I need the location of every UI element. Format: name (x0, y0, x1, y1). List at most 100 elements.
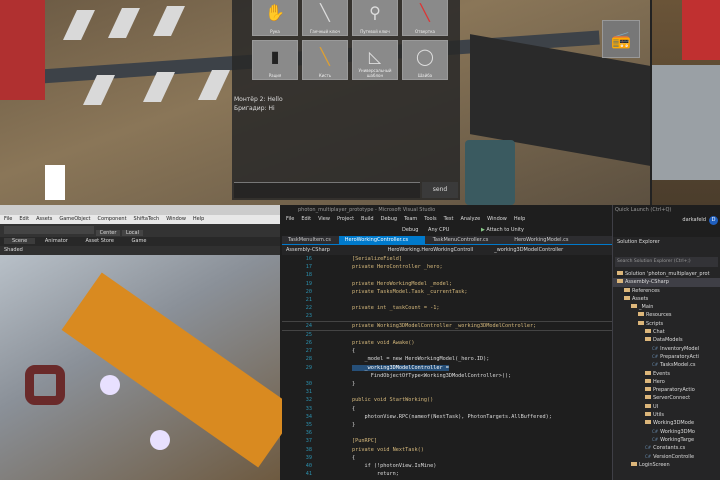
scene-view[interactable] (0, 255, 299, 480)
tree-item[interactable]: _Main (613, 303, 720, 311)
template-icon: ◺ (368, 47, 382, 66)
menu-assets[interactable]: Assets (36, 216, 52, 222)
menu-edit[interactable]: Edit (19, 216, 29, 222)
tree-item[interactable]: References (613, 287, 720, 295)
member-dropdown[interactable]: _working3DModelController (494, 247, 563, 253)
equipped-item-slot[interactable]: 📻 (602, 20, 640, 58)
tree-item[interactable]: Solution 'photon_multiplayer_prot (613, 270, 720, 278)
tab-animator[interactable]: Animator (37, 238, 76, 244)
slot-label: Кисть (318, 73, 332, 78)
line-number: 22 (305, 305, 312, 312)
tree-item[interactable]: UI (613, 403, 720, 411)
tree-item[interactable]: Utils (613, 411, 720, 419)
tree-item[interactable]: C# Working3DMo (613, 428, 720, 436)
tree-item[interactable]: C# Constants.cs (613, 444, 720, 452)
code-text: } (352, 422, 356, 429)
tab-heroworkingmodel[interactable]: HeroWorkingModel.cs (508, 236, 574, 245)
tree-item-label: Solution 'photon_multiplayer_prot (625, 271, 710, 277)
user-name[interactable]: darkafeld (682, 217, 706, 223)
tree-item[interactable]: Working3DMode (613, 419, 720, 427)
line-number: 17 (305, 264, 312, 271)
code-editor[interactable]: 16 [SerializeField] 17 private HeroControll… (282, 255, 612, 480)
tab-taskmenucontroller[interactable]: TaskMenuController.cs (427, 236, 495, 245)
tree-item[interactable]: Chat (613, 328, 720, 336)
tree-item[interactable]: Hero (613, 378, 720, 386)
tree-item[interactable]: Scripts (613, 320, 720, 328)
code-line: 34 photonView.RPC(nameof(NextTask), Phot… (282, 413, 612, 421)
menu-gameobject[interactable]: GameObject (59, 216, 90, 222)
tree-item[interactable]: ServerConnect (613, 394, 720, 402)
inventory-slot[interactable]: ▮ Рация (252, 40, 298, 80)
tree-item[interactable]: C# PreparatoryActi (613, 353, 720, 361)
inventory-slot[interactable]: ✋ Рука (252, 0, 298, 36)
transform-tools[interactable] (4, 226, 94, 234)
menu-build[interactable]: Build (361, 216, 374, 222)
menu-test[interactable]: Test (444, 216, 454, 222)
game-viewport[interactable]: 📻 ✋ Рука ╲ Гаечный ключ ⚲ Путевой ключ ╲ Отв… (0, 0, 650, 205)
menu-tools[interactable]: Tools (424, 216, 436, 222)
space-toggle[interactable]: Local (122, 230, 143, 236)
inventory-slot[interactable]: ╲ Отвертка (402, 0, 448, 36)
menu-file[interactable]: File (4, 216, 12, 222)
tree-item-label: Working3DMode (653, 420, 695, 427)
code-text: [PunRPC] (352, 438, 377, 445)
pivot-toggle[interactable]: Center (95, 230, 121, 236)
inventory-slot[interactable]: ╲ Гаечный ключ (302, 0, 348, 36)
tree-item[interactable]: PreparatoryActio (613, 386, 720, 394)
sleeper (143, 72, 175, 102)
menu-window[interactable]: Window (166, 216, 186, 222)
slot-label: Гаечный ключ (309, 29, 341, 34)
code-text: return; (352, 471, 399, 478)
tab-heroworkingcontroller[interactable]: HeroWorkingController.cs (338, 236, 425, 245)
project-dropdown[interactable]: Assembly-CSharp (286, 245, 386, 255)
tree-item[interactable]: Resources (613, 311, 720, 319)
platform-dropdown[interactable]: Any CPU (428, 227, 449, 233)
avatar[interactable]: D (709, 216, 718, 225)
inventory-slot[interactable]: ◯ Шайба (402, 40, 448, 80)
menu-shiftatech[interactable]: ShiftaTech (134, 216, 160, 222)
play-icon: ▶ (480, 227, 485, 233)
tree-item[interactable]: DataModels (613, 336, 720, 344)
menu-project[interactable]: Project (337, 216, 354, 222)
tree-item[interactable]: C# WorkingTarge (613, 436, 720, 444)
config-dropdown[interactable]: Debug (402, 227, 418, 233)
menu-view[interactable]: View (318, 216, 330, 222)
send-button[interactable]: send (422, 182, 458, 198)
tree-item[interactable]: LoginScreen (613, 461, 720, 469)
menu-help[interactable]: Help (514, 216, 525, 222)
tab-game[interactable]: Game (124, 238, 155, 244)
shading-mode-dropdown[interactable]: Shaded (0, 246, 280, 255)
tree-item[interactable]: C# TasksModel.cs (613, 361, 720, 369)
csharp-file-icon: C# (645, 453, 652, 459)
tree-item[interactable]: Assets (613, 295, 720, 303)
inventory-slot[interactable]: ◺ Универсальный шаблон (352, 40, 398, 80)
tab-asset-store[interactable]: Asset Store (77, 238, 121, 244)
inventory-slot[interactable]: ╲ Кисть (302, 40, 348, 80)
secondary-game-view[interactable] (650, 0, 720, 205)
menu-help[interactable]: Help (193, 216, 204, 222)
menu-file[interactable]: File (286, 216, 294, 222)
tab-scene[interactable]: Scene (4, 238, 36, 244)
code-text: private Working3DModelController _workin… (352, 322, 537, 329)
folder-icon (645, 329, 651, 334)
tree-item[interactable]: Events (613, 370, 720, 378)
menu-team[interactable]: Team (404, 216, 417, 222)
class-dropdown[interactable]: HeroWorking.HeroWorkingControll (388, 245, 493, 255)
tree-item[interactable]: C# InventoryModel (613, 345, 720, 353)
menu-component[interactable]: Component (98, 216, 127, 222)
tree-item[interactable]: C# VersionControlle (613, 453, 720, 461)
tab-taskmenuitem[interactable]: TaskMenuItem.cs (282, 236, 337, 245)
menu-window[interactable]: Window (487, 216, 507, 222)
chat-input[interactable] (234, 182, 420, 198)
code-line: 41 return; (282, 470, 612, 478)
menu-analyze[interactable]: Analyze (460, 216, 480, 222)
tree-item[interactable]: Assembly-CSharp (613, 278, 720, 287)
menu-debug[interactable]: Debug (381, 216, 397, 222)
code-line: 22 private int _taskCount = -1; (282, 304, 612, 312)
solution-search-input[interactable]: Search Solution Explorer (Ctrl+;) (615, 257, 718, 267)
code-line: 20 private TasksModel.Task _currentTask; (282, 288, 612, 296)
menu-edit[interactable]: Edit (301, 216, 311, 222)
attach-to-unity-button[interactable]: Attach to Unity (486, 227, 524, 233)
inventory-slot[interactable]: ⚲ Путевой ключ (352, 0, 398, 36)
quick-launch-input[interactable]: Quick Launch (Ctrl+Q) (613, 205, 720, 215)
